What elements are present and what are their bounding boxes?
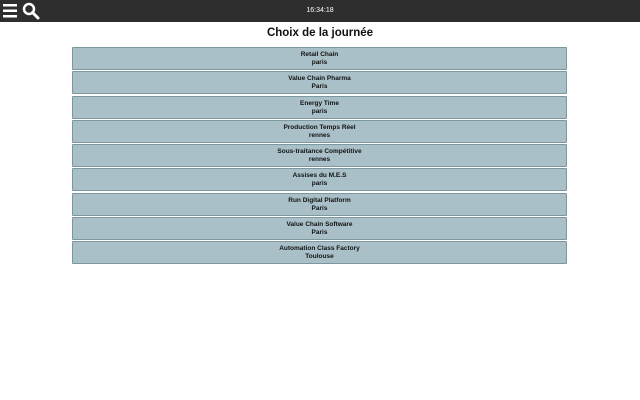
event-city: rennes <box>308 131 331 139</box>
event-name: Assises du M.E.S <box>292 172 347 180</box>
event-city: paris <box>311 180 328 188</box>
top-bar: 16:34:18 <box>0 0 640 22</box>
event-item-value-chain-software[interactable]: Value Chain Software Paris <box>72 217 567 241</box>
clock-time: 16:34:18 <box>306 7 334 14</box>
event-item-run-digital-platform[interactable]: Run Digital Platform Paris <box>72 192 567 216</box>
event-item-automation-class-factory[interactable]: Automation Class Factory Toulouse <box>72 241 567 265</box>
event-name: Retail Chain <box>300 51 339 58</box>
event-item-production-temps-reel[interactable]: Production Temps Réel rennes <box>72 119 567 143</box>
event-item-energy-time[interactable]: Energy Time paris <box>72 95 567 119</box>
event-item-value-chain-pharma[interactable]: Value Chain Pharma Paris <box>72 71 567 95</box>
event-city: Paris <box>311 83 328 91</box>
event-name: Sous-traitance Compétitive <box>277 148 362 156</box>
event-city: rennes <box>308 156 331 164</box>
event-list: Retail Chain paris Value Chain Pharma Pa… <box>72 47 567 266</box>
event-item-sous-traitance-competitive[interactable]: Sous-traitance Compétitive rennes <box>72 144 567 168</box>
event-city: paris <box>311 59 328 66</box>
page-title: Choix de la journée <box>266 27 374 39</box>
event-name: Production Temps Réel <box>283 123 356 131</box>
event-name: Run Digital Platform <box>288 196 351 204</box>
event-name: Value Chain Pharma <box>288 75 351 83</box>
event-city: paris <box>311 107 328 115</box>
event-name: Automation Class Factory <box>279 245 360 253</box>
event-item-assises-du-mes[interactable]: Assises du M.E.S paris <box>72 168 567 192</box>
event-name: Energy Time <box>300 99 339 107</box>
event-city: Toulouse <box>305 253 334 261</box>
event-item-retail-chain[interactable]: Retail Chain paris <box>72 47 567 70</box>
event-name: Value Chain Software <box>286 221 353 229</box>
event-city: Paris <box>311 229 328 237</box>
event-city: Paris <box>311 204 328 212</box>
